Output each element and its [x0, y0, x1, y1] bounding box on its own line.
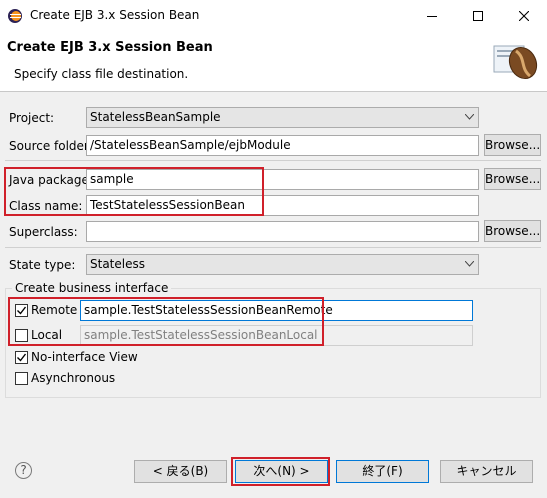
- business-interface-title: Create business interface: [12, 281, 172, 295]
- package-browse-button[interactable]: Browse...: [484, 168, 541, 190]
- superclass-field[interactable]: [86, 221, 479, 242]
- maximize-icon: [473, 10, 483, 21]
- window-title: Create EJB 3.x Session Bean: [30, 8, 200, 22]
- source-folder-label: Source folder:: [9, 139, 93, 153]
- state-type-value: Stateless: [90, 257, 145, 271]
- highlight-package-class: [4, 167, 264, 216]
- highlight-business-interface: [8, 297, 324, 346]
- checkmark-icon: [17, 353, 27, 362]
- project-combo[interactable]: StatelessBeanSample: [86, 107, 479, 128]
- minimize-button[interactable]: [409, 0, 455, 31]
- separator: [5, 247, 541, 248]
- close-icon: [519, 10, 529, 21]
- state-type-combo[interactable]: Stateless: [86, 254, 479, 275]
- no-interface-checkbox[interactable]: [15, 351, 28, 364]
- source-folder-field[interactable]: /StatelessBeanSample/ejbModule: [86, 135, 479, 156]
- superclass-browse-button[interactable]: Browse...: [484, 220, 541, 242]
- wizard-subtitle: Specify class file destination.: [14, 67, 189, 81]
- asynchronous-label: Asynchronous: [31, 371, 116, 385]
- asynchronous-checkbox[interactable]: [15, 372, 28, 385]
- wizard-title: Create EJB 3.x Session Bean: [7, 40, 213, 55]
- chevron-down-icon: [465, 114, 474, 120]
- close-button[interactable]: [501, 0, 547, 31]
- cancel-button[interactable]: キャンセル: [440, 460, 533, 483]
- back-button[interactable]: < 戻る(B): [134, 460, 227, 483]
- project-value: StatelessBeanSample: [90, 110, 221, 124]
- superclass-label: Superclass:: [9, 225, 78, 239]
- minimize-icon: [427, 15, 437, 17]
- maximize-button[interactable]: [455, 0, 501, 31]
- help-icon[interactable]: ?: [15, 462, 32, 479]
- separator: [5, 160, 541, 161]
- chevron-down-icon: [465, 261, 474, 267]
- eclipse-app-icon: [7, 8, 23, 24]
- coffee-bean-icon: [492, 36, 540, 84]
- no-interface-label: No-interface View: [31, 350, 138, 364]
- state-type-label: State type:: [9, 258, 76, 272]
- highlight-next-button: [231, 457, 330, 486]
- finish-button[interactable]: 終了(F): [336, 460, 429, 483]
- project-label: Project:: [9, 111, 55, 125]
- source-browse-button[interactable]: Browse...: [484, 134, 541, 156]
